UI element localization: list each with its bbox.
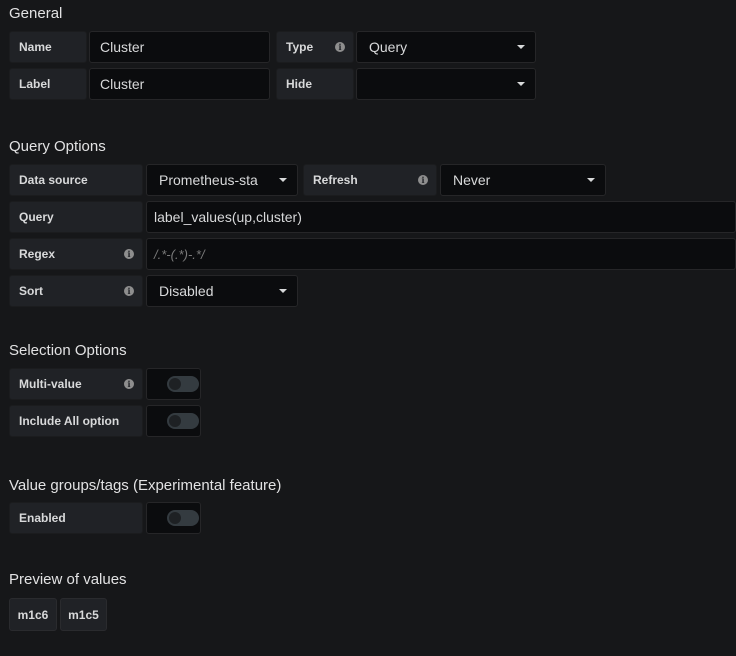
preview-section-title: Preview of values [9, 571, 127, 588]
info-icon[interactable]: i [418, 175, 428, 185]
type-select[interactable]: Query [356, 31, 536, 63]
preview-value-chip: m1c5 [60, 598, 107, 631]
info-icon[interactable]: i [124, 286, 134, 296]
include-all-label: Include All option [9, 405, 143, 437]
datasource-select[interactable]: Prometheus-sta [146, 164, 298, 196]
type-label: Type i [276, 31, 354, 63]
label-input[interactable]: Cluster [89, 68, 270, 100]
caret-down-icon [279, 178, 287, 182]
caret-down-icon [279, 289, 287, 293]
regex-label: Regex i [9, 238, 143, 270]
caret-down-icon [517, 45, 525, 49]
enabled-switch[interactable] [146, 502, 201, 534]
datasource-label: Data source [9, 164, 143, 196]
info-icon[interactable]: i [124, 249, 134, 259]
value-groups-section-title: Value groups/tags (Experimental feature) [9, 477, 282, 494]
regex-input[interactable]: /.*-(.*)-.*/ [146, 238, 736, 270]
name-label: Name [9, 31, 87, 63]
enabled-label: Enabled [9, 502, 143, 534]
query-label: Query [9, 201, 143, 233]
toggle-off-icon [167, 413, 199, 429]
include-all-switch[interactable] [146, 405, 201, 437]
multi-value-switch[interactable] [146, 368, 201, 400]
toggle-off-icon [167, 376, 199, 392]
info-icon[interactable]: i [335, 42, 345, 52]
caret-down-icon [587, 178, 595, 182]
label-label: Label [9, 68, 87, 100]
caret-down-icon [517, 82, 525, 86]
sort-select[interactable]: Disabled [146, 275, 298, 307]
name-input[interactable]: Cluster [89, 31, 270, 63]
sort-label: Sort i [9, 275, 143, 307]
toggle-off-icon [167, 510, 199, 526]
hide-label: Hide [276, 68, 354, 100]
multi-value-label: Multi-value i [9, 368, 143, 400]
refresh-label: Refresh i [303, 164, 437, 196]
hide-select[interactable] [356, 68, 536, 100]
info-icon[interactable]: i [124, 379, 134, 389]
preview-value-chip: m1c6 [9, 598, 57, 631]
query-options-section-title: Query Options [9, 138, 106, 155]
selection-options-section-title: Selection Options [9, 342, 127, 359]
general-section-title: General [9, 5, 63, 22]
refresh-select[interactable]: Never [440, 164, 606, 196]
query-input[interactable]: label_values(up,cluster) [146, 201, 736, 233]
